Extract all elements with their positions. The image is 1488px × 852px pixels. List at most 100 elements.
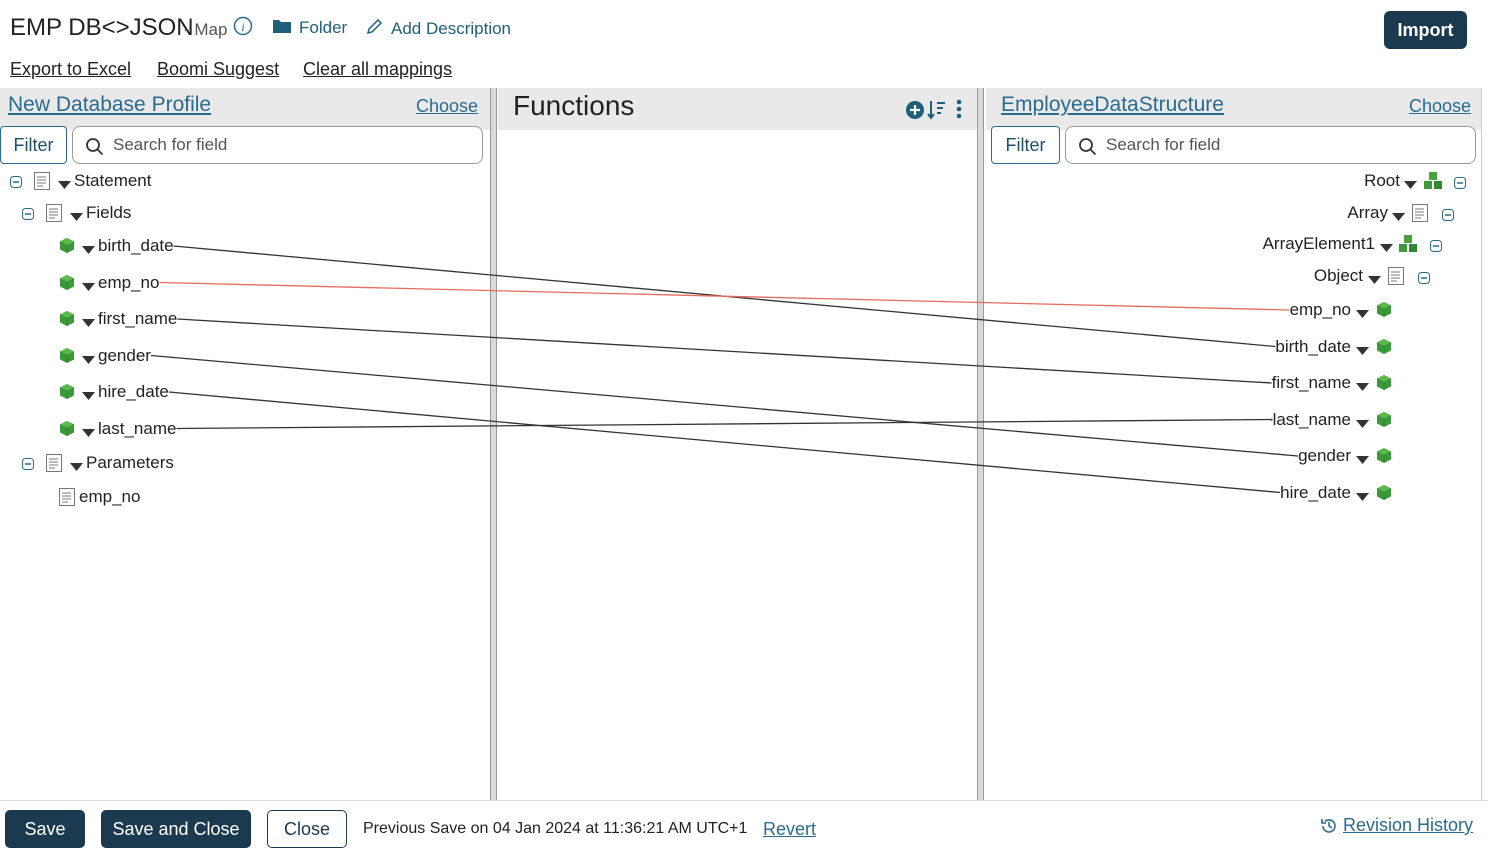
chevron-down-icon[interactable] bbox=[82, 314, 95, 332]
folder-link[interactable]: Folder bbox=[273, 18, 347, 38]
chevron-down-icon[interactable] bbox=[70, 458, 83, 476]
collapse-icon[interactable] bbox=[1454, 176, 1466, 194]
field-cube-icon bbox=[59, 238, 75, 258]
tree-item-array-element[interactable]: ArrayElement1 bbox=[1263, 234, 1375, 254]
destination-search-input[interactable]: Search for field bbox=[1065, 126, 1476, 164]
chevron-down-icon[interactable] bbox=[82, 387, 95, 405]
chevron-down-icon[interactable] bbox=[1368, 271, 1381, 289]
panel-divider-left[interactable] bbox=[490, 88, 497, 800]
chevron-down-icon[interactable] bbox=[82, 351, 95, 369]
close-button[interactable]: Close bbox=[267, 810, 347, 848]
source-field-birth-date[interactable]: birth_date bbox=[98, 236, 174, 256]
map-subtitle: - Map bbox=[184, 20, 228, 39]
chevron-down-icon[interactable] bbox=[1356, 488, 1369, 506]
chevron-down-icon[interactable] bbox=[1356, 415, 1369, 433]
chevron-down-icon[interactable] bbox=[1356, 378, 1369, 396]
revision-history-link[interactable]: Revision History bbox=[1320, 815, 1473, 836]
destination-choose-link[interactable]: Choose bbox=[1409, 96, 1471, 117]
map-editor: EMP DB<>JSON - Map i Folder Add Descript… bbox=[0, 0, 1488, 852]
mapping-line-gender[interactable] bbox=[150, 354, 1299, 457]
source-field-gender[interactable]: gender bbox=[98, 346, 151, 366]
functions-title: Functions bbox=[513, 90, 635, 121]
chevron-down-icon[interactable] bbox=[1380, 239, 1393, 257]
destination-field-gender[interactable]: gender bbox=[1298, 446, 1351, 466]
destination-field-first-name[interactable]: first_name bbox=[1272, 373, 1351, 393]
tree-item-root[interactable]: Root bbox=[1364, 171, 1400, 191]
field-cube-icon bbox=[59, 311, 75, 331]
source-choose-link[interactable]: Choose bbox=[416, 96, 478, 117]
mapping-line-emp-no[interactable] bbox=[159, 281, 1290, 311]
tree-item-parameters[interactable]: Parameters bbox=[86, 453, 174, 473]
info-icon[interactable]: i bbox=[233, 16, 253, 41]
field-cube-icon bbox=[59, 347, 75, 368]
boomi-suggest-link[interactable]: Boomi Suggest bbox=[157, 59, 279, 80]
folder-icon bbox=[273, 18, 291, 38]
element-icon bbox=[59, 488, 75, 511]
source-filter-button[interactable]: Filter bbox=[0, 126, 67, 164]
source-search-input[interactable]: Search for field bbox=[72, 126, 483, 164]
field-cube-icon bbox=[59, 384, 75, 404]
source-profile-title[interactable]: New Database Profile bbox=[8, 93, 211, 117]
element-icon bbox=[46, 454, 62, 477]
add-description-label: Add Description bbox=[391, 19, 512, 38]
destination-profile-title[interactable]: EmployeeDataStructure bbox=[1001, 93, 1224, 117]
chevron-down-icon[interactable] bbox=[1356, 305, 1369, 323]
more-icon[interactable] bbox=[955, 99, 963, 126]
chevron-down-icon[interactable] bbox=[1404, 176, 1417, 194]
collapse-icon[interactable] bbox=[22, 457, 34, 475]
chevron-down-icon[interactable] bbox=[1356, 342, 1369, 360]
field-cube-icon bbox=[1376, 375, 1392, 395]
chevron-down-icon[interactable] bbox=[82, 278, 95, 296]
tree-item-array[interactable]: Array bbox=[1347, 203, 1388, 223]
destination-filter-button[interactable]: Filter bbox=[991, 126, 1060, 164]
chevron-down-icon[interactable] bbox=[1356, 451, 1369, 469]
collapse-icon[interactable] bbox=[22, 207, 34, 225]
right-border bbox=[1481, 88, 1482, 800]
history-icon bbox=[1321, 818, 1336, 833]
export-to-excel-link[interactable]: Export to Excel bbox=[10, 59, 131, 80]
add-description-link[interactable]: Add Description bbox=[366, 18, 511, 40]
source-field-emp-no[interactable]: emp_no bbox=[98, 273, 159, 293]
revision-history-label: Revision History bbox=[1343, 815, 1474, 835]
chevron-down-icon[interactable] bbox=[70, 208, 83, 226]
save-and-close-button[interactable]: Save and Close bbox=[101, 810, 251, 848]
folder-label: Folder bbox=[299, 18, 348, 37]
clear-all-mappings-link[interactable]: Clear all mappings bbox=[303, 59, 452, 80]
source-search-placeholder: Search for field bbox=[113, 135, 228, 154]
collapse-icon[interactable] bbox=[1430, 239, 1442, 257]
destination-search-placeholder: Search for field bbox=[1106, 135, 1221, 154]
panel-divider-right[interactable] bbox=[977, 88, 984, 800]
add-function-icon[interactable] bbox=[905, 100, 925, 125]
chevron-down-icon[interactable] bbox=[1392, 208, 1405, 226]
import-button[interactable]: Import bbox=[1384, 11, 1467, 49]
save-button[interactable]: Save bbox=[5, 810, 85, 848]
collapse-icon[interactable] bbox=[10, 175, 22, 193]
sort-icon[interactable] bbox=[927, 99, 947, 126]
mapping-line-birth-date[interactable] bbox=[173, 245, 1276, 348]
source-field-hire-date[interactable]: hire_date bbox=[98, 382, 169, 402]
group-cubes-icon bbox=[1423, 172, 1443, 195]
destination-field-birth-date[interactable]: birth_date bbox=[1275, 337, 1351, 357]
mapping-line-hire-date[interactable] bbox=[168, 391, 1281, 494]
source-field-last-name[interactable]: last_name bbox=[98, 419, 176, 439]
chevron-down-icon[interactable] bbox=[58, 176, 71, 194]
map-title: EMP DB<>JSON bbox=[10, 14, 194, 41]
revert-link[interactable]: Revert bbox=[763, 819, 816, 840]
destination-field-emp-no[interactable]: emp_no bbox=[1290, 300, 1351, 320]
source-field-first-name[interactable]: first_name bbox=[98, 309, 177, 329]
collapse-icon[interactable] bbox=[1442, 208, 1454, 226]
destination-field-hire-date[interactable]: hire_date bbox=[1280, 483, 1351, 503]
chevron-down-icon[interactable] bbox=[82, 241, 95, 259]
pencil-icon bbox=[366, 18, 383, 40]
collapse-icon[interactable] bbox=[1418, 271, 1430, 289]
tree-item-object[interactable]: Object bbox=[1314, 266, 1363, 286]
tree-item-statement[interactable]: Statement bbox=[74, 171, 152, 191]
tree-item-param-emp-no[interactable]: emp_no bbox=[79, 487, 140, 507]
destination-field-last-name[interactable]: last_name bbox=[1273, 410, 1351, 430]
chevron-down-icon[interactable] bbox=[82, 424, 95, 442]
search-icon bbox=[1079, 138, 1097, 156]
mapping-line-first-name[interactable] bbox=[177, 318, 1272, 384]
element-icon bbox=[46, 204, 62, 227]
tree-item-fields[interactable]: Fields bbox=[86, 203, 131, 223]
mapping-line-last-name[interactable] bbox=[176, 418, 1273, 430]
